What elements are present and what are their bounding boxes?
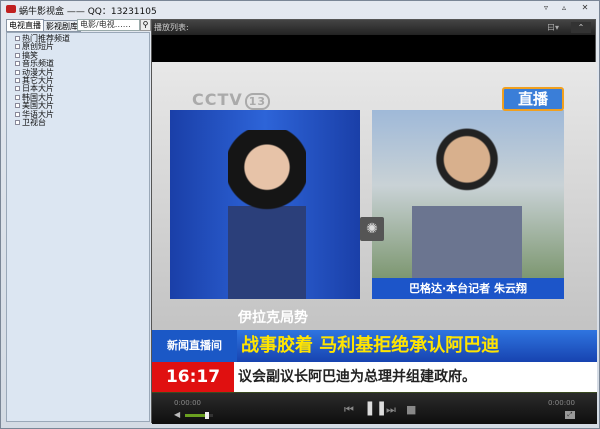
expand-icon[interactable]: [15, 69, 20, 75]
expand-icon[interactable]: [15, 61, 20, 67]
close-button[interactable]: ✕: [578, 3, 592, 12]
minimize-button[interactable]: ▵: [557, 3, 571, 12]
player-panel: 播放列表: 曰▾ ⌃ CCTV 13 巴格达·本台记者 朱云翔 直播 ✺ 伊拉克局…: [151, 19, 597, 424]
program-name: 新闻直播间: [152, 330, 237, 362]
reporter-caption: 巴格达·本台记者 朱云翔: [372, 278, 564, 299]
expand-icon[interactable]: [15, 94, 20, 100]
anchor-image: [170, 110, 360, 299]
expand-icon[interactable]: [15, 111, 20, 117]
topic-text: 伊拉克局势: [238, 310, 308, 326]
fullscreen-icon[interactable]: ⤢: [565, 411, 575, 419]
video-frame[interactable]: CCTV 13 巴格达·本台记者 朱云翔 直播 ✺ 伊拉克局势 新闻直播间 战事胶…: [152, 62, 597, 392]
app-window: 蜗牛影视盒 —— QQ：13231105 ▿ ▵ ✕ 电视直播 影视剧库 电影/…: [0, 0, 600, 429]
search-input[interactable]: 电影/电视……: [77, 19, 140, 31]
pause-icon[interactable]: ❚❚: [364, 400, 387, 416]
tab-drama-library[interactable]: 影视剧库: [43, 20, 81, 32]
headline: 战事胶着 马利基拒绝承认阿巴迪: [237, 330, 597, 362]
stop-icon[interactable]: ■: [406, 403, 416, 416]
previous-icon[interactable]: ⏮: [344, 403, 354, 417]
expand-icon[interactable]: [15, 52, 20, 58]
live-badge: 直播: [502, 87, 564, 111]
channel-number: 13: [244, 93, 271, 110]
window-title: 蜗牛影视盒 —— QQ：13231105: [19, 7, 157, 17]
clock: 16:17: [152, 362, 234, 392]
expand-icon[interactable]: [15, 36, 20, 41]
expand-icon[interactable]: [15, 103, 20, 109]
channel-logo-text: CCTV: [192, 90, 243, 109]
tab-tv-live[interactable]: 电视直播: [6, 19, 44, 32]
next-icon[interactable]: ⏭: [386, 403, 396, 417]
dropdown-menu-button[interactable]: ▿: [539, 3, 553, 12]
total-time: 0:00:00: [548, 399, 575, 407]
tree-node[interactable]: 卫视台: [7, 117, 149, 127]
expand-icon[interactable]: [15, 77, 20, 83]
snail-app-icon: [6, 5, 16, 13]
collapse-playlist-button[interactable]: ⌃: [571, 22, 591, 33]
channel-tree: 热门推荐频道 原创短片 搞笑 音乐频道 动漫大片 其它大片 日本大片 韩国大片 美国大片 华语大片…: [6, 32, 150, 422]
elapsed-time: 0:00:00: [174, 399, 201, 407]
expand-icon[interactable]: [15, 119, 20, 125]
search-icon[interactable]: ⚲: [140, 19, 151, 31]
speaker-icon[interactable]: ◀: [174, 410, 180, 419]
playlist-label: 播放列表:: [154, 23, 189, 32]
title-bar: 蜗牛影视盒 —— QQ：13231105 ▿ ▵ ✕: [1, 1, 600, 19]
channel-panel: 电视直播 影视剧库 电影/电视…… ⚲ 热门推荐频道 原创短片 搞笑 音乐频道 动漫大片…: [6, 19, 151, 422]
cctv-logo: CCTV 13: [192, 90, 271, 110]
reporter-image: 巴格达·本台记者 朱云翔: [372, 110, 564, 299]
tree-node-label: 卫视台: [22, 117, 46, 127]
volume-knob[interactable]: [205, 412, 210, 419]
news-anchor: [228, 130, 306, 299]
player-controls: 0:00:00 0:00:00 ◀ ⏮ ❚❚ ⏭ ■ ⤢: [152, 392, 597, 424]
volume-fill: [185, 414, 208, 417]
loading-spinner-icon: ✺: [360, 217, 384, 241]
expand-icon[interactable]: [15, 44, 20, 50]
tab-bar: 电视直播 影视剧库 电影/电视…… ⚲: [6, 19, 151, 32]
playlist-header: 播放列表: 曰▾ ⌃: [152, 20, 595, 35]
playlist-mode-dropdown[interactable]: 曰▾: [547, 20, 559, 35]
news-ticker: 议会副议长阿巴迪为总理并组建政府。: [234, 362, 597, 392]
volume-slider[interactable]: [185, 412, 213, 419]
expand-icon[interactable]: [15, 86, 20, 92]
reporter: [412, 120, 522, 299]
